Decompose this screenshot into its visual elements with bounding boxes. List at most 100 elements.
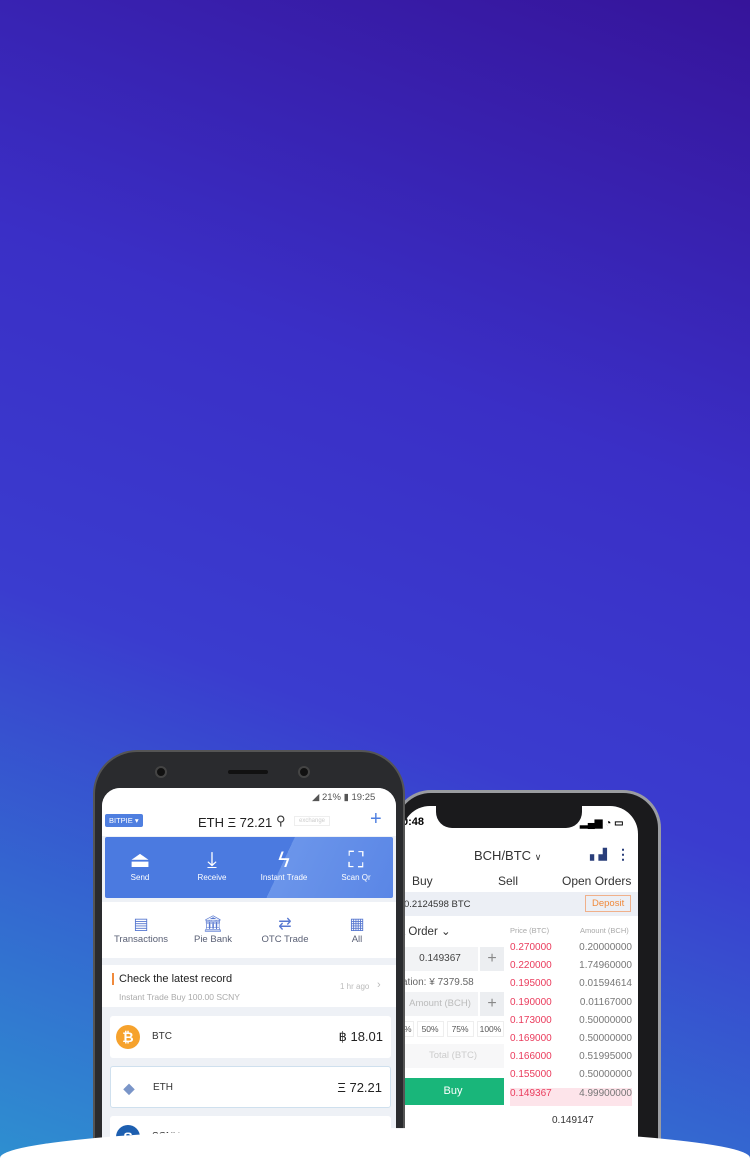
- pair-selector[interactable]: BCH/BTC ∨: [474, 848, 541, 863]
- coin-row-btc[interactable]: ₿ BTC ฿ 18.01: [110, 1016, 391, 1058]
- order-amount: 0.20000000: [579, 942, 632, 953]
- transactions-label: Transactions: [113, 934, 169, 945]
- scan-qr-button[interactable]: ⛶ Scan Qr: [321, 847, 391, 882]
- wallet-screen: ◢ 21% ▮ 19:25 BITPIE ▾ ETH Ξ 72.21 ⚲ exc…: [102, 788, 396, 1158]
- order-amount: 0.51995000: [579, 1051, 632, 1063]
- receive-label: Receive: [197, 873, 227, 882]
- otc-trade-button[interactable]: ⇄ OTC Trade: [249, 914, 321, 945]
- plus-icon[interactable]: +: [480, 947, 504, 971]
- order-price: 0.166000: [510, 1051, 552, 1063]
- bank-icon: 🏛: [202, 916, 224, 933]
- order-amount: 0.50000000: [579, 1069, 632, 1081]
- ask-row[interactable]: 0.270000 0.20000000: [510, 942, 632, 960]
- balance: 0.2124598 BTC: [404, 899, 471, 910]
- ask-row[interactable]: 0.220000 1.74960000: [510, 960, 632, 978]
- status-icons: ▂▄▆ ◔ ▭: [580, 818, 624, 829]
- order-price: 0.149367: [510, 1087, 552, 1099]
- valuation: ation: ¥ 7379.58: [402, 977, 474, 988]
- otc-trade-label: OTC Trade: [261, 934, 309, 945]
- order-amount: 0.01594614: [579, 978, 632, 990]
- more-icon[interactable]: ⋮: [616, 846, 630, 863]
- chart-icon[interactable]: ▖▟: [590, 848, 607, 861]
- status-time: 0:48: [402, 816, 425, 828]
- total-input[interactable]: Total (BTC): [402, 1044, 504, 1068]
- order-amount: 1.74960000: [579, 960, 632, 972]
- chevron-down-icon: ⌄: [441, 926, 451, 938]
- coin-balance: ฿ 18.01: [338, 1029, 383, 1044]
- header-price: Price (BTC): [510, 926, 550, 935]
- percent-75[interactable]: 75%: [446, 1021, 474, 1037]
- order-price: 0.169000: [510, 1032, 552, 1044]
- order-amount: 0.50000000: [579, 1014, 632, 1026]
- header-title: ETH Ξ 72.21: [198, 815, 273, 830]
- status-bar: ◢ 21% ▮ 19:25: [312, 792, 376, 803]
- tab-sell[interactable]: Sell: [498, 874, 518, 888]
- order-price: 0.195000: [510, 978, 552, 990]
- header-amount: Amount (BCH): [580, 926, 629, 935]
- pair-label: BCH/BTC: [474, 848, 532, 863]
- record-title: Check the latest record: [112, 973, 232, 985]
- ask-row[interactable]: 0.169000 0.50000000: [510, 1033, 632, 1051]
- plus-icon[interactable]: +: [480, 992, 504, 1016]
- receive-icon: ⤓: [207, 847, 217, 872]
- camera: [298, 766, 310, 778]
- deposit-button[interactable]: Deposit: [585, 895, 632, 912]
- record-detail: Instant Trade Buy 100.00 SCNY: [119, 992, 240, 1002]
- send-label: Send: [130, 873, 150, 882]
- buy-button[interactable]: Buy: [402, 1078, 504, 1105]
- speaker: [228, 770, 268, 774]
- camera: [155, 766, 167, 778]
- swap-icon: ⇄: [278, 916, 292, 933]
- percent-row: % 50% 75% 100%: [402, 1021, 505, 1037]
- ask-row[interactable]: 0.195000 0.01594614: [510, 978, 632, 996]
- transactions-button[interactable]: ▤ Transactions: [105, 914, 177, 945]
- exchange-input[interactable]: exchange: [294, 816, 331, 826]
- btc-icon: ₿: [116, 1025, 140, 1049]
- transactions-icon: ▤: [133, 916, 149, 933]
- order-amount: 4.99900000: [579, 1087, 632, 1099]
- order-price: 0.220000: [510, 960, 552, 972]
- tab-open-orders[interactable]: Open Orders: [562, 874, 631, 888]
- ask-row[interactable]: 0.166000 0.51995000: [510, 1051, 632, 1069]
- order-type-label: t Order: [402, 926, 438, 938]
- status-time: 19:25: [351, 792, 376, 803]
- scan-icon: ⛶: [348, 847, 364, 872]
- wallet-label: BITPIE: [109, 816, 133, 825]
- ask-row[interactable]: 0.173000 0.50000000: [510, 1015, 632, 1033]
- lightning-icon: ϟ: [278, 847, 290, 872]
- send-button[interactable]: ⏏ Send: [105, 847, 175, 882]
- percent-100[interactable]: 100%: [476, 1021, 505, 1037]
- search-icon[interactable]: ⚲: [276, 813, 286, 829]
- wallet-selector[interactable]: BITPIE ▾: [105, 814, 143, 827]
- chevron-down-icon: ∨: [534, 852, 542, 862]
- amount-input[interactable]: Amount (BCH): [402, 992, 478, 1016]
- battery-level: 21%: [321, 792, 341, 803]
- ask-row[interactable]: 0.155000 0.50000000: [510, 1069, 632, 1087]
- ask-row[interactable]: 0.149367 4.99900000: [510, 1087, 632, 1106]
- percent-50[interactable]: 50%: [416, 1021, 444, 1037]
- price-input[interactable]: 0.149367: [402, 947, 478, 971]
- pie-bank-label: Pie Bank: [193, 934, 233, 945]
- scan-qr-label: Scan Qr: [341, 873, 371, 882]
- notch: [436, 806, 582, 828]
- order-amount: 0.01167000: [579, 996, 632, 1008]
- order-price: 0.155000: [510, 1069, 552, 1081]
- ask-row[interactable]: 0.190000 0.01167000: [510, 997, 632, 1015]
- instant-trade-label: Instant Trade: [260, 873, 308, 882]
- quick-actions: ⏏ Send ⤓ Receive ϟ Instant Trade ⛶ Scan Qr: [105, 837, 393, 898]
- order-price: 0.270000: [510, 942, 552, 953]
- coin-balance: Ξ 72.21: [337, 1080, 382, 1095]
- order-type-select[interactable]: t Order ⌄: [402, 924, 451, 938]
- instant-trade-button[interactable]: ϟ Instant Trade: [249, 847, 319, 882]
- grid-icon: ▦: [349, 916, 365, 933]
- coin-row-eth[interactable]: ◆ ETH Ξ 72.21: [110, 1066, 391, 1108]
- pie-bank-button[interactable]: 🏛 Pie Bank: [177, 914, 249, 945]
- add-icon[interactable]: +: [370, 808, 382, 831]
- order-price: 0.173000: [510, 1014, 552, 1026]
- receive-button[interactable]: ⤓ Receive: [177, 847, 247, 882]
- record-time: 1 hr ago: [340, 982, 370, 991]
- chevron-right-icon[interactable]: ›: [377, 979, 381, 991]
- all-button[interactable]: ▦ All: [321, 914, 393, 945]
- trading-screen: 0:48 ▂▄▆ ◔ ▭ BCH/BTC ∨ ▖▟ ⋮ Buy Sell Ope…: [402, 806, 638, 1158]
- ask-list: 0.270000 0.20000000 0.220000 1.74960000 0.19…: [510, 942, 632, 1106]
